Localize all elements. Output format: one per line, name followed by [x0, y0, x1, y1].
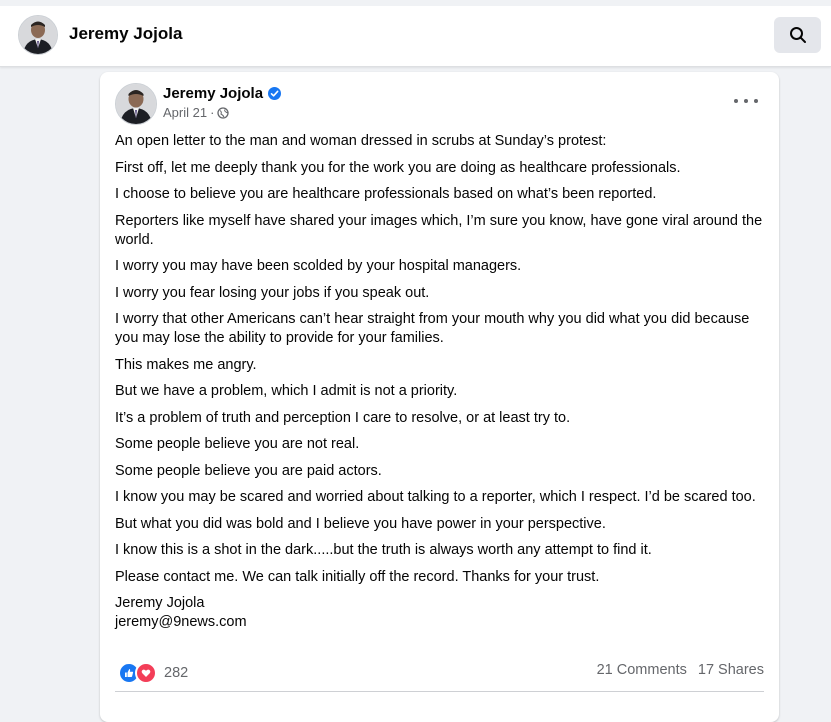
post-paragraph: First off, let me deeply thank you for t…	[115, 159, 681, 176]
signature-name: Jeremy Jojola	[115, 595, 205, 611]
post-paragraph: I know this is a shot in the dark.....bu…	[115, 542, 652, 558]
post-paragraph: Reporters like myself have shared your i…	[115, 212, 763, 248]
post-paragraph: I know you may be scared and worried abo…	[115, 489, 756, 505]
post-author-name[interactable]: Jeremy Jojola	[163, 85, 263, 102]
post-paragraph: But what you did was bold and I believe …	[115, 515, 606, 532]
post-paragraph: It’s a problem of truth and perception I…	[115, 409, 571, 426]
footer-divider	[115, 691, 764, 692]
post-paragraph: I worry you fear losing your jobs if you…	[115, 284, 430, 301]
avatar-photo	[19, 16, 57, 54]
top-strip	[0, 0, 831, 6]
avatar-photo	[116, 84, 156, 124]
post-paragraph: An open letter to the man and woman dres…	[115, 133, 607, 149]
post-paragraph: Please contact me. We can talk initially…	[115, 568, 600, 585]
thumbs-up-icon	[125, 669, 134, 677]
post-paragraph: Some people believe you are paid actors.	[115, 462, 382, 479]
post-paragraph: I worry you may have been scolded by you…	[115, 258, 522, 274]
post-card: Jeremy Jojola April 21 · An open letter …	[100, 72, 779, 722]
love-reaction-icon	[135, 662, 157, 684]
profile-avatar[interactable]	[18, 15, 58, 55]
profile-name[interactable]: Jeremy Jojola	[69, 24, 182, 44]
reaction-count: 282	[164, 665, 189, 681]
search-icon	[789, 27, 806, 43]
search-button[interactable]	[774, 17, 821, 53]
checkmark-icon	[270, 90, 279, 97]
top-bar: Jeremy Jojola	[0, 0, 831, 67]
verified-badge-icon	[268, 87, 282, 100]
dot-icon	[744, 99, 748, 103]
author-avatar[interactable]	[115, 83, 157, 125]
post-paragraph: I worry that other Americans can’t hear …	[115, 311, 750, 346]
comments-count[interactable]: 21 Comments	[597, 662, 687, 678]
post-paragraph: I choose to believe you are healthcare p…	[115, 186, 657, 202]
meta-separator: ·	[210, 105, 215, 120]
post-paragraph: Some people believe you are not real.	[115, 436, 360, 452]
more-options-button[interactable]	[734, 94, 758, 108]
post-footer: 282 21 Comments 17 Shares	[115, 660, 764, 684]
signature-email: jeremy@9news.com	[115, 614, 247, 630]
post-meta: April 21 ·	[163, 105, 230, 120]
engagement-counts: 21 Comments 17 Shares	[590, 662, 764, 678]
globe-icon	[217, 106, 230, 119]
heart-icon	[141, 669, 151, 677]
reactions-summary[interactable]: 282	[118, 662, 188, 684]
post-paragraph: This makes me angry.	[115, 356, 257, 373]
dot-icon	[754, 99, 758, 103]
dot-icon	[734, 99, 738, 103]
post-body: An open letter to the man and woman dres…	[115, 132, 765, 632]
post-paragraph: But we have a problem, which I admit is …	[115, 383, 458, 399]
post-date[interactable]: April 21	[163, 105, 207, 120]
post-author[interactable]: Jeremy Jojola	[163, 85, 282, 102]
shares-count[interactable]: 17 Shares	[698, 662, 764, 678]
